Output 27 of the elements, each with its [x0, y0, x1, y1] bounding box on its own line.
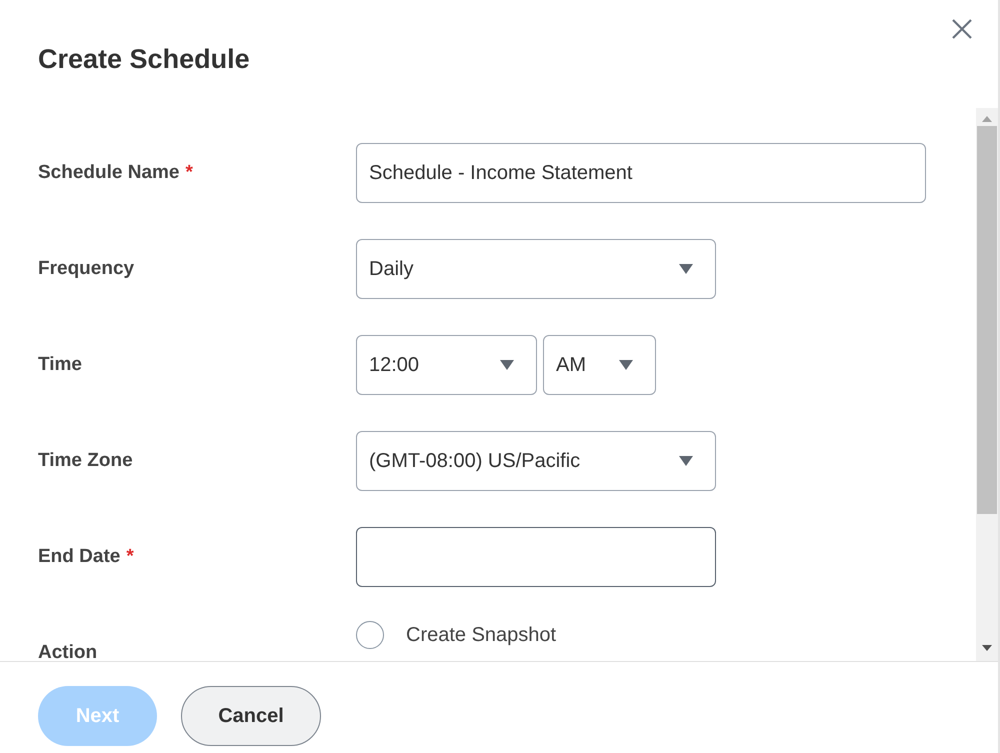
field-label: Time Zone — [38, 450, 133, 472]
scroll-up-icon[interactable] — [982, 116, 992, 122]
field-label: Action — [38, 642, 98, 661]
dropdown-caret-icon — [619, 360, 633, 370]
scroll-down-icon[interactable] — [982, 645, 992, 651]
scrollbar-thumb[interactable] — [977, 126, 997, 514]
text-input-field[interactable]: Schedule - Income Statement — [356, 143, 926, 203]
dialog-title: Create Schedule — [38, 44, 250, 75]
field-label: Frequency — [38, 258, 134, 280]
scrollbar[interactable] — [976, 108, 998, 661]
field-label: Schedule Name — [38, 162, 180, 184]
dropdown-field[interactable]: 12:00 — [356, 335, 537, 395]
dropdown-field[interactable]: (GMT-08:00) US/Pacific — [356, 431, 716, 491]
required-asterisk: * — [126, 546, 134, 568]
close-button[interactable] — [950, 17, 974, 41]
dropdown-field[interactable]: Daily — [356, 239, 716, 299]
radio-button[interactable] — [356, 621, 384, 649]
radio-label: Create Snapshot — [406, 624, 556, 646]
date-input-field[interactable] — [356, 527, 716, 587]
field-label: Time — [38, 354, 82, 376]
dropdown-field[interactable]: AM — [543, 335, 656, 395]
cancel-button[interactable]: Cancel — [181, 686, 321, 746]
field-label: End Date — [38, 546, 120, 568]
dropdown-caret-icon — [679, 264, 693, 274]
dropdown-caret-icon — [500, 360, 514, 370]
dropdown-caret-icon — [679, 456, 693, 466]
required-asterisk: * — [186, 162, 193, 184]
